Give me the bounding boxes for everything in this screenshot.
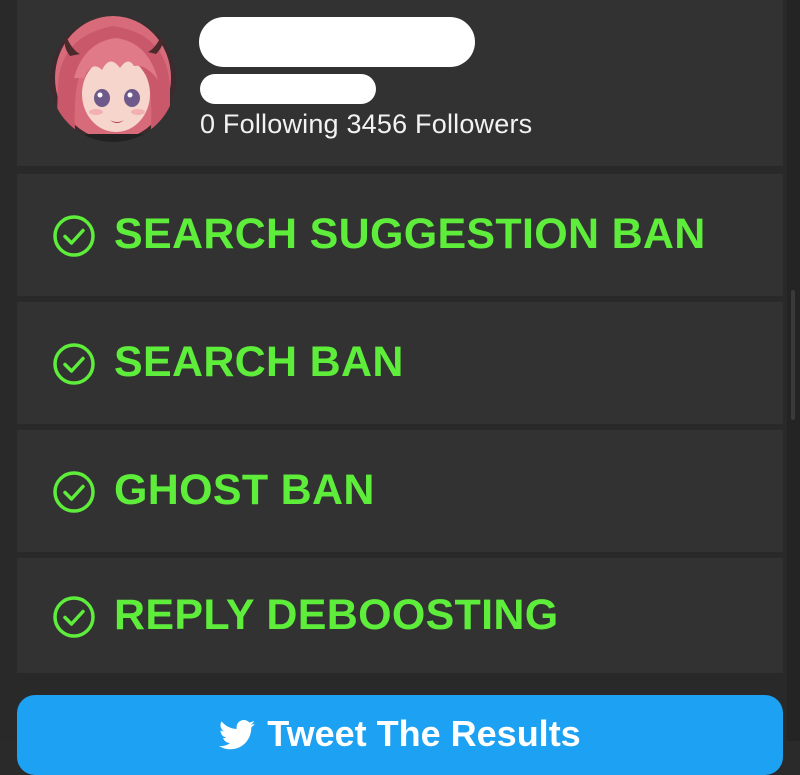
check-row-search-ban: SEARCH BAN: [17, 302, 783, 424]
tweet-button-content: Tweet The Results: [17, 713, 783, 755]
check-label: GHOST BAN: [114, 466, 375, 514]
page: @ 0 Following 3456 Followers SEARCH SUGG…: [0, 0, 800, 775]
check-label: SEARCH BAN: [114, 338, 404, 386]
check-row-search-suggestion-ban: SEARCH SUGGESTION BAN: [17, 174, 783, 296]
check-label: SEARCH SUGGESTION BAN: [114, 210, 706, 258]
check-circle-icon: [53, 596, 95, 638]
scrollbar-thumb[interactable]: [791, 290, 795, 420]
tweet-button-label: Tweet The Results: [267, 713, 581, 754]
tweet-results-button[interactable]: Tweet The Results: [17, 695, 783, 775]
check-circle-icon: [53, 343, 95, 385]
redacted-handle: [200, 74, 376, 104]
check-row-ghost-ban: GHOST BAN: [17, 430, 783, 552]
twitter-bird-icon: [219, 720, 256, 750]
check-circle-icon: [53, 471, 95, 513]
check-row-reply-deboosting: REPLY DEBOOSTING: [17, 558, 783, 673]
profile-card: @ 0 Following 3456 Followers: [17, 0, 783, 166]
anime-avatar-icon: [50, 16, 176, 142]
check-label: REPLY DEBOOSTING: [114, 591, 559, 639]
redacted-display-name: [199, 17, 475, 67]
follow-stats: 0 Following 3456 Followers: [200, 109, 533, 139]
check-circle-icon: [53, 215, 95, 257]
results-column: @ 0 Following 3456 Followers SEARCH SUGG…: [17, 0, 783, 775]
avatar[interactable]: [50, 16, 176, 142]
